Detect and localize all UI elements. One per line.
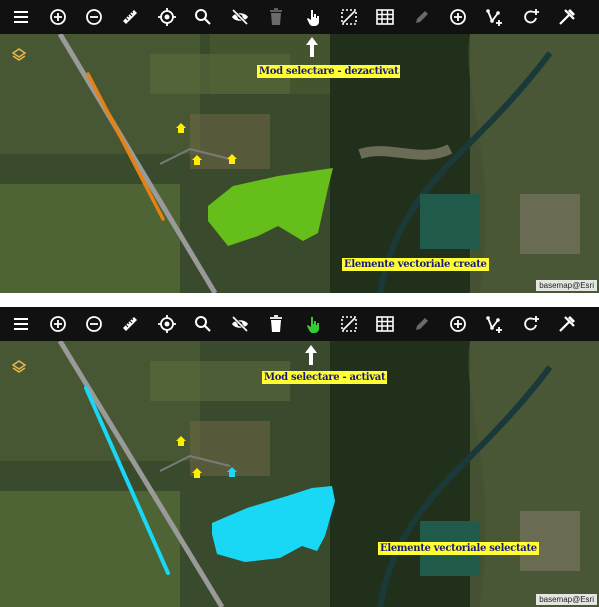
add-icon[interactable]: [443, 310, 473, 338]
search-icon[interactable]: [188, 310, 218, 338]
map-panel-selection-off: Mod selectare - dezactivat Elemente vect…: [0, 0, 599, 293]
layers-icon[interactable]: [11, 47, 27, 63]
annotation-arrow: [305, 345, 317, 365]
annotation-arrow: [306, 37, 318, 57]
map-toolbar: [0, 307, 599, 341]
rotate-icon[interactable]: [516, 310, 546, 338]
layers-icon[interactable]: [11, 359, 27, 375]
zoom-in-icon[interactable]: [43, 3, 73, 31]
mode-label-annotation: Mod selectare - dezactivat: [257, 65, 401, 78]
point-created-icon[interactable]: [191, 467, 203, 479]
point-created-icon[interactable]: [226, 153, 238, 165]
rotate-icon[interactable]: [516, 3, 546, 31]
menu-icon[interactable]: [6, 310, 36, 338]
menu-icon[interactable]: [6, 3, 36, 31]
elements-label-annotation: Elemente vectoriale selectate: [378, 542, 539, 555]
select-area-icon[interactable]: [334, 3, 364, 31]
ruler-icon[interactable]: [115, 310, 145, 338]
add-vertex-icon[interactable]: [479, 3, 509, 31]
map-attribution: basemap@Esri: [536, 594, 597, 605]
ruler-icon[interactable]: [115, 3, 145, 31]
table-icon[interactable]: [370, 310, 400, 338]
elements-label-annotation: Elemente vectoriale create: [342, 258, 489, 271]
point-created-icon[interactable]: [191, 154, 203, 166]
edit-icon[interactable]: [407, 3, 437, 31]
map-panel-selection-on: Mod selectare - activat Elemente vectori…: [0, 307, 599, 607]
point-selected-icon[interactable]: [226, 466, 238, 478]
zoom-out-icon[interactable]: [79, 310, 109, 338]
delete-icon[interactable]: [261, 3, 291, 31]
visibility-off-icon[interactable]: [225, 3, 255, 31]
tools-icon[interactable]: [552, 310, 582, 338]
map-attribution: basemap@Esri: [536, 280, 597, 291]
zoom-in-icon[interactable]: [43, 310, 73, 338]
search-icon[interactable]: [188, 3, 218, 31]
edit-icon[interactable]: [407, 310, 437, 338]
locate-icon[interactable]: [152, 310, 182, 338]
map-toolbar: [0, 0, 599, 34]
select-hand-icon[interactable]: [298, 310, 328, 338]
add-icon[interactable]: [443, 3, 473, 31]
mode-label-annotation: Mod selectare - activat: [262, 371, 388, 384]
point-created-icon[interactable]: [175, 122, 187, 134]
zoom-out-icon[interactable]: [79, 3, 109, 31]
point-created-icon[interactable]: [175, 435, 187, 447]
tools-icon[interactable]: [552, 3, 582, 31]
locate-icon[interactable]: [152, 3, 182, 31]
delete-icon[interactable]: [261, 310, 291, 338]
add-vertex-icon[interactable]: [479, 310, 509, 338]
select-area-icon[interactable]: [334, 310, 364, 338]
table-icon[interactable]: [370, 3, 400, 31]
select-hand-icon[interactable]: [298, 3, 328, 31]
visibility-off-icon[interactable]: [225, 310, 255, 338]
